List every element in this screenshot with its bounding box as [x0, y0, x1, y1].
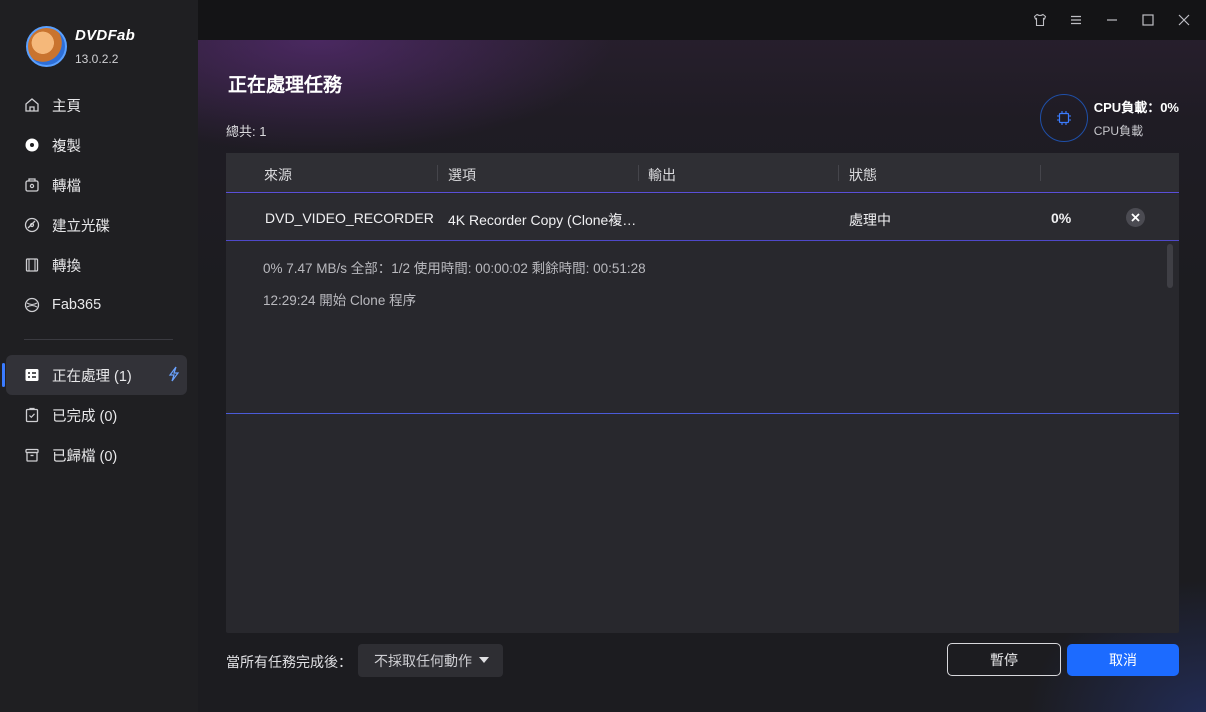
sidebar-item-completed[interactable]: 已完成 (0) [6, 395, 187, 435]
disc-copy-icon [24, 137, 40, 153]
task-table: 來源 選項 輸出 狀態 DVD_VIDEO_RECORDER 4K Record… [226, 153, 1179, 633]
home-icon [24, 97, 40, 113]
sidebar-item-fab365[interactable]: Fab365 [6, 285, 187, 325]
sidebar-item-label: 轉換 [52, 258, 81, 275]
sidebar-item-label: 建立光碟 [52, 218, 110, 235]
sidebar-item-ripper[interactable]: 轉檔 [6, 165, 187, 205]
close-window-button[interactable] [1174, 10, 1194, 30]
sidebar-item-converter[interactable]: 轉換 [6, 245, 187, 285]
cancel-button[interactable]: 取消 [1067, 644, 1179, 676]
creator-icon [24, 217, 40, 233]
sidebar-item-creator[interactable]: 建立光碟 [6, 205, 187, 245]
cpu-gauge [1039, 94, 1088, 142]
skin-button[interactable] [1030, 10, 1050, 30]
column-status: 狀態 [849, 167, 877, 183]
close-icon [1178, 14, 1190, 26]
sidebar-item-copy[interactable]: 複製 [6, 125, 187, 165]
pause-button[interactable]: 暫停 [947, 643, 1061, 676]
cpu-load-label: CPU負載 [1093, 124, 1144, 138]
sidebar-item-archived[interactable]: 已歸檔 (0) [6, 435, 187, 475]
sidebar-item-label: 已歸檔 (0) [52, 448, 118, 465]
remove-task-button[interactable] [1126, 208, 1145, 227]
column-divider [437, 165, 438, 181]
sidebar-item-label: 主頁 [52, 98, 81, 115]
task-stats: 0% 7.47 MB/s 全部：1/2 使用時間: 00:00:02 剩餘時間:… [263, 261, 646, 276]
page-title: 正在處理任務 [228, 74, 343, 96]
row-status: 處理中 [849, 212, 891, 228]
after-completion-value: 不採取任何動作 [374, 652, 472, 669]
task-list-icon [24, 367, 40, 383]
archive-icon [24, 447, 40, 463]
nav-divider [24, 339, 173, 340]
sidebar: DVDFab 13.0.2.2 主頁 複製 轉檔 建立光碟 轉換 Fab365 … [0, 0, 198, 712]
tshirt-icon [1033, 13, 1047, 27]
column-option: 選項 [448, 167, 476, 183]
fab365-icon [24, 297, 40, 313]
table-row[interactable]: DVD_VIDEO_RECORDER 4K Recorder Copy (Clo… [226, 194, 1179, 241]
after-completion-label: 當所有任務完成後： [226, 654, 352, 670]
close-icon [1131, 213, 1140, 222]
minimize-button[interactable] [1102, 10, 1122, 30]
maximize-button[interactable] [1138, 10, 1158, 30]
row-source: DVD_VIDEO_RECORDER [265, 210, 434, 226]
lightning-icon [168, 366, 180, 382]
sidebar-item-label: 複製 [52, 138, 81, 155]
column-output: 輸出 [648, 167, 676, 183]
sidebar-item-label: Fab365 [52, 297, 102, 313]
detail-scrollbar[interactable] [1167, 244, 1173, 288]
title-bar [198, 0, 1206, 40]
task-total: 總共: 1 [226, 124, 267, 139]
menu-button[interactable] [1066, 10, 1086, 30]
after-completion-select[interactable]: 不採取任何動作 [358, 644, 503, 677]
app-version: 13.0.2.2 [75, 52, 119, 66]
cpu-chip-icon [1056, 111, 1071, 125]
sidebar-item-processing[interactable]: 正在處理 (1) [2, 355, 187, 395]
table-header: 來源 選項 輸出 狀態 [226, 153, 1179, 193]
chevron-down-icon [479, 657, 489, 663]
row-option: 4K Recorder Copy (Clone複製) [448, 212, 640, 228]
brand: DVDFab 13.0.2.2 [26, 26, 135, 67]
clipboard-check-icon [24, 407, 40, 423]
task-log: 12:29:24 開始 Clone 程序 [263, 293, 417, 308]
cpu-load-value: CPU負載：0% [1093, 100, 1179, 115]
window-controls [1030, 10, 1194, 30]
column-source: 來源 [264, 167, 292, 183]
column-divider [1040, 165, 1041, 181]
dvdfab-logo [26, 26, 67, 67]
sidebar-item-label: 正在處理 (1) [52, 368, 132, 385]
app-name: DVDFab [75, 27, 136, 44]
task-detail-panel: 0% 7.47 MB/s 全部：1/2 使用時間: 00:00:02 剩餘時間:… [226, 242, 1179, 414]
sidebar-item-home[interactable]: 主頁 [6, 85, 187, 125]
converter-icon [24, 257, 40, 273]
main-panel: 正在處理任務 總共: 1 CPU負載：0% CPU負載 來源 選項 輸出 狀態 … [198, 0, 1206, 712]
row-progress: 0% [1051, 210, 1072, 226]
sidebar-item-label: 已完成 (0) [52, 408, 118, 425]
column-divider [638, 165, 639, 181]
cpu-load-widget: CPU負載：0% CPU負載 [1039, 94, 1179, 142]
sidebar-item-label: 轉檔 [52, 178, 81, 195]
ripper-icon [24, 177, 40, 193]
maximize-icon [1142, 14, 1154, 26]
column-divider [838, 165, 839, 181]
hamburger-icon [1071, 15, 1081, 25]
minimize-icon [1107, 19, 1117, 21]
